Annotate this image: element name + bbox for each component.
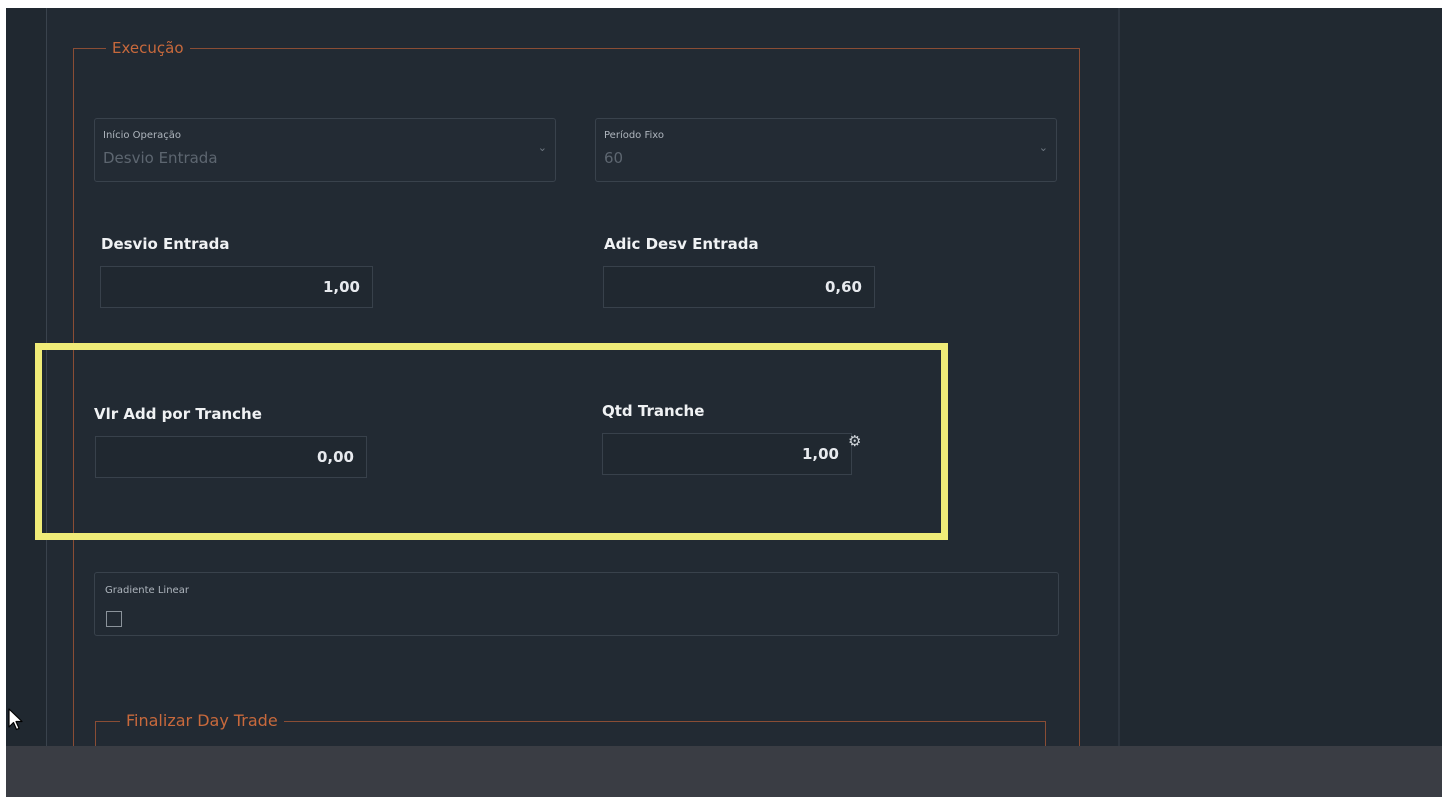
adic-desv-entrada-input[interactable]: 0,60	[603, 266, 875, 308]
gradiente-linear-label: Gradiente Linear	[105, 585, 189, 596]
execucao-legend: Execução	[106, 39, 190, 57]
highlight-annotation-box	[35, 343, 948, 540]
right-panel	[1120, 8, 1442, 748]
desvio-entrada-input[interactable]: 1,00	[100, 266, 373, 308]
inicio-operacao-select[interactable]: Início Operação Desvio Entrada ⌄	[94, 118, 556, 182]
bottom-bar	[6, 746, 1442, 797]
mouse-cursor-icon	[8, 708, 23, 731]
periodo-fixo-value: 60	[604, 149, 624, 167]
gradiente-linear-group: Gradiente Linear	[94, 572, 1059, 636]
periodo-fixo-select[interactable]: Período Fixo 60 ⌄	[595, 118, 1057, 182]
app-screen: Execução Início Operação Desvio Entrada …	[6, 8, 1442, 797]
inicio-operacao-label: Início Operação	[103, 130, 181, 141]
desvio-entrada-label: Desvio Entrada	[101, 235, 230, 253]
finalizar-day-trade-legend: Finalizar Day Trade	[120, 712, 284, 730]
chevron-down-icon[interactable]: ⌄	[538, 141, 547, 154]
adic-desv-entrada-label: Adic Desv Entrada	[604, 235, 759, 253]
periodo-fixo-label: Período Fixo	[604, 130, 665, 141]
inicio-operacao-value: Desvio Entrada	[103, 149, 218, 167]
chevron-down-icon[interactable]: ⌄	[1039, 141, 1048, 154]
gradiente-linear-checkbox[interactable]	[106, 611, 122, 627]
